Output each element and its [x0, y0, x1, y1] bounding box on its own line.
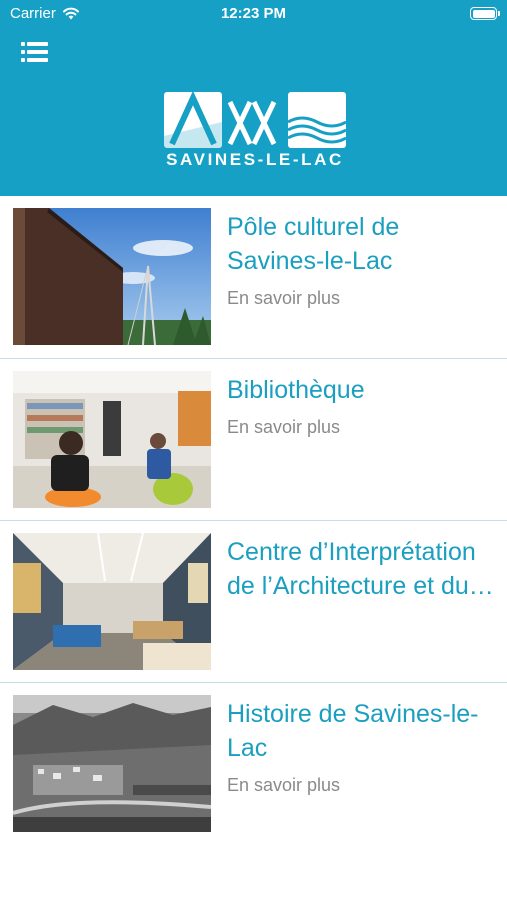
list-menu-icon	[21, 42, 48, 62]
list-item[interactable]: Centre d’Interprétation de l’Architectur…	[0, 520, 507, 682]
content-list: Pôle culturel de Savines-le-Lac En savoi…	[0, 196, 507, 844]
item-image	[13, 371, 211, 508]
see-more-link[interactable]: En savoir plus	[227, 288, 340, 309]
app-header: Carrier 12:23 PM SAVINES-LE-LAC	[0, 0, 507, 196]
see-more-link[interactable]: En savoir plus	[227, 417, 340, 438]
item-title: Bibliothèque	[227, 376, 365, 404]
item-image	[13, 533, 211, 670]
menu-button[interactable]	[21, 41, 48, 63]
battery-icon	[470, 7, 500, 20]
status-time: 12:23 PM	[220, 5, 287, 22]
item-title: Pôle culturel de Savines-le-Lac	[227, 213, 400, 275]
see-more-link[interactable]: En savoir plus	[227, 775, 340, 796]
status-bar: Carrier 12:23 PM	[0, 0, 507, 28]
item-image	[13, 208, 211, 345]
logo-caption: SAVINES-LE-LAC	[166, 150, 344, 169]
list-item[interactable]: Bibliothèque En savoir plus	[0, 358, 507, 520]
logo-mark	[164, 90, 347, 148]
item-title: Centre d’Interprétation de l’Architectur…	[227, 538, 494, 600]
savines-logo: SAVINES-LE-LAC	[164, 90, 347, 172]
list-item[interactable]: Histoire de Savines-le-Lac En savoir plu…	[0, 682, 507, 844]
item-image	[13, 695, 211, 832]
item-title: Histoire de Savines-le-Lac	[227, 700, 479, 762]
list-item[interactable]: Pôle culturel de Savines-le-Lac En savoi…	[0, 196, 507, 358]
